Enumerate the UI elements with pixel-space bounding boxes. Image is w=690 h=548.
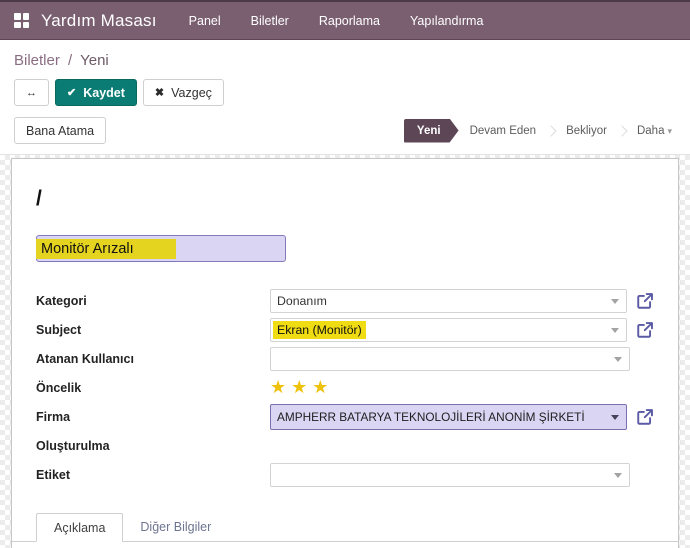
notebook-tabs: Açıklama Diğer Bilgiler: [12, 513, 678, 542]
form-background: / Monitör Arızalı Kategori Donanım: [0, 155, 690, 548]
control-panel: Biletler / Yeni ↔ ✔ Kaydet ✖ Vazgeç Bana…: [0, 40, 690, 155]
dropdown-caret-icon: [611, 328, 619, 333]
stage-bekliyor[interactable]: Bekliyor: [566, 125, 607, 137]
stage-more-label: Daha: [637, 125, 665, 137]
field-label: Firma: [36, 410, 270, 424]
field-label: Oluşturulma: [36, 439, 270, 453]
assign-to-me-button[interactable]: Bana Atama: [14, 117, 106, 144]
stage-more-dropdown[interactable]: Daha▾: [637, 125, 672, 137]
kategori-select[interactable]: Donanım: [270, 289, 627, 313]
stage-statusbar: Yeni Devam Eden Bekliyor Daha▾: [404, 119, 676, 143]
field-label: Öncelik: [36, 381, 270, 395]
ticket-name-input[interactable]: Monitör Arızalı: [36, 235, 286, 262]
external-link-icon[interactable]: [636, 321, 654, 339]
assign-to-me-label: Bana Atama: [26, 124, 94, 138]
field-label: Subject: [36, 323, 270, 337]
field-row-kategori: Kategori Donanım: [36, 286, 654, 315]
kategori-value: Donanım: [277, 294, 327, 308]
action-status-row: Bana Atama Yeni Devam Eden Bekliyor Daha…: [14, 117, 676, 144]
field-row-atanan-kullanici: Atanan Kullanıcı: [36, 344, 654, 373]
external-link-icon[interactable]: [636, 292, 654, 310]
save-button-label: Kaydet: [83, 86, 125, 100]
ticket-name-value: Monitör Arızalı: [36, 239, 176, 259]
priority-stars[interactable]: ★★★: [270, 377, 333, 397]
discard-button[interactable]: ✖ Vazgeç: [143, 79, 224, 106]
main-menu: Panel Biletler Raporlama Yapılandırma: [189, 14, 484, 28]
menu-item-yapilandirma[interactable]: Yapılandırma: [410, 14, 483, 28]
dropdown-caret-icon: [611, 299, 619, 304]
field-label: Etiket: [36, 468, 270, 482]
expand-button[interactable]: ↔: [14, 79, 49, 106]
breadcrumb: Biletler / Yeni: [14, 52, 676, 69]
description-editor[interactable]: Komutlar için "/" yazın: [12, 542, 678, 548]
menu-item-panel[interactable]: Panel: [189, 14, 221, 28]
tab-aciklama[interactable]: Açıklama: [36, 513, 123, 542]
resize-arrows-icon: ↔: [26, 87, 37, 99]
toolbar: ↔ ✔ Kaydet ✖ Vazgeç: [14, 79, 676, 106]
field-row-subject: Subject Ekran (Monitör): [36, 315, 654, 344]
breadcrumb-current: Yeni: [80, 52, 109, 69]
field-label: Atanan Kullanıcı: [36, 352, 270, 366]
close-icon: ✖: [155, 86, 164, 99]
firma-value: AMPHERR BATARYA TEKNOLOJİLERİ ANONİM ŞİR…: [277, 410, 585, 424]
menu-item-raporlama[interactable]: Raporlama: [319, 14, 380, 28]
field-row-firma: Firma AMPHERR BATARYA TEKNOLOJİLERİ ANON…: [36, 402, 654, 431]
dropdown-caret-icon: [614, 473, 622, 478]
dropdown-caret-icon: [611, 415, 619, 420]
atanan-kullanici-select[interactable]: [270, 347, 630, 371]
external-link-icon[interactable]: [636, 408, 654, 426]
subject-value: Ekran (Monitör): [273, 321, 366, 339]
app-window: Yardım Masası Panel Biletler Raporlama Y…: [0, 0, 690, 548]
subject-select[interactable]: Ekran (Monitör): [270, 318, 627, 342]
ticket-form-sheet: / Monitör Arızalı Kategori Donanım: [11, 158, 679, 548]
app-title[interactable]: Yardım Masası: [41, 11, 157, 31]
menu-item-biletler[interactable]: Biletler: [251, 14, 289, 28]
ticket-title-display: /: [36, 187, 654, 211]
breadcrumb-parent-link[interactable]: Biletler: [14, 52, 60, 69]
firma-select[interactable]: AMPHERR BATARYA TEKNOLOJİLERİ ANONİM ŞİR…: [270, 404, 627, 430]
chevron-separator-icon: [545, 125, 556, 136]
stage-devam-eden[interactable]: Devam Eden: [470, 125, 536, 137]
field-label: Kategori: [36, 294, 270, 308]
notebook: Açıklama Diğer Bilgiler Komutlar için "/…: [12, 513, 678, 548]
breadcrumb-separator: /: [68, 52, 72, 69]
save-button[interactable]: ✔ Kaydet: [55, 79, 137, 106]
top-navbar: Yardım Masası Panel Biletler Raporlama Y…: [0, 0, 690, 40]
dropdown-caret-icon: [614, 357, 622, 362]
field-row-olusturulma: Oluşturulma: [36, 431, 654, 460]
field-row-oncelik: Öncelik ★★★: [36, 373, 654, 402]
tab-diger-bilgiler[interactable]: Diğer Bilgiler: [123, 513, 228, 541]
stage-yeni[interactable]: Yeni: [404, 119, 459, 143]
chevron-separator-icon: [616, 125, 627, 136]
check-icon: ✔: [67, 86, 76, 99]
etiket-select[interactable]: [270, 463, 630, 487]
field-row-etiket: Etiket: [36, 460, 654, 489]
discard-button-label: Vazgeç: [171, 86, 212, 100]
apps-grid-icon[interactable]: [14, 13, 29, 28]
chevron-down-icon: ▾: [667, 126, 672, 136]
